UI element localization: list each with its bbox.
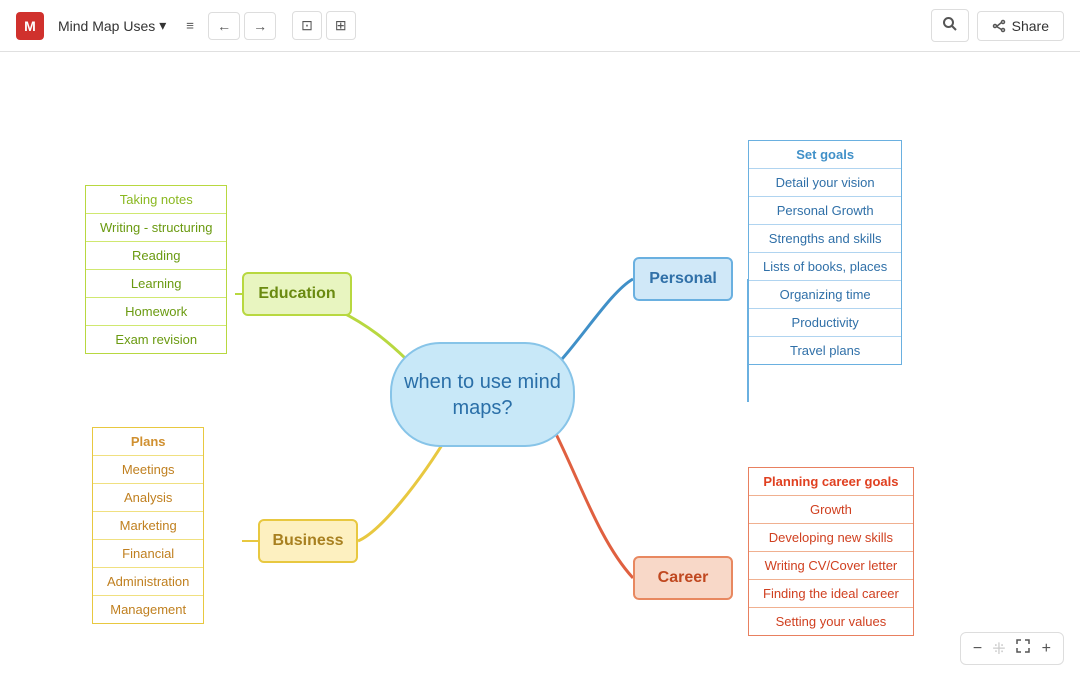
list-item[interactable]: Detail your vision [749, 169, 901, 197]
list-item[interactable]: Taking notes [86, 186, 226, 214]
list-item[interactable]: Plans [93, 428, 203, 456]
nav-buttons: ← → [208, 12, 276, 40]
list-item[interactable]: Administration [93, 568, 203, 596]
list-item[interactable]: Personal Growth [749, 197, 901, 225]
list-item[interactable]: Marketing [93, 512, 203, 540]
share-label: Share [1012, 18, 1049, 34]
list-item[interactable]: Writing CV/Cover letter [749, 552, 913, 580]
list-item[interactable]: Management [93, 596, 203, 623]
frame-button[interactable]: ⊡ [292, 11, 322, 40]
list-item[interactable]: Financial [93, 540, 203, 568]
list-item[interactable]: Set goals [749, 141, 901, 169]
layout-button[interactable]: ⊞ [326, 11, 356, 40]
list-item[interactable]: Travel plans [749, 337, 901, 364]
header-left: M Mind Map Uses ▾ ≡ ← → ⊡ ⊞ [16, 11, 356, 40]
list-item[interactable]: Lists of books, places [749, 253, 901, 281]
business-node[interactable]: Business [258, 519, 358, 563]
business-leaves: Plans Meetings Analysis Marketing Financ… [92, 427, 204, 624]
list-item[interactable]: Finding the ideal career [749, 580, 913, 608]
list-item[interactable]: Reading [86, 242, 226, 270]
career-leaves: Planning career goals Growth Developing … [748, 467, 914, 636]
doc-title: Mind Map Uses [58, 18, 155, 34]
app-logo: M [16, 12, 44, 40]
list-item[interactable]: Meetings [93, 456, 203, 484]
list-item[interactable]: Strengths and skills [749, 225, 901, 253]
personal-leaves: Set goals Detail your vision Personal Gr… [748, 140, 902, 365]
mind-map-canvas: when to use mind maps? Education Persona… [0, 52, 1080, 681]
list-item[interactable]: Productivity [749, 309, 901, 337]
career-node[interactable]: Career [633, 556, 733, 600]
list-item[interactable]: Setting your values [749, 608, 913, 635]
list-item[interactable]: Organizing time [749, 281, 901, 309]
header: M Mind Map Uses ▾ ≡ ← → ⊡ ⊞ Share [0, 0, 1080, 52]
list-item[interactable]: Exam revision [86, 326, 226, 353]
education-leaves: Taking notes Writing - structuring Readi… [85, 185, 227, 354]
list-item[interactable]: Growth [749, 496, 913, 524]
title-button[interactable]: Mind Map Uses ▾ [52, 13, 172, 38]
personal-node[interactable]: Personal [633, 257, 733, 301]
list-item[interactable]: Learning [86, 270, 226, 298]
view-buttons: ⊡ ⊞ [292, 11, 355, 40]
header-right: Share [931, 9, 1064, 42]
list-item[interactable]: Writing - structuring [86, 214, 226, 242]
list-item[interactable]: Analysis [93, 484, 203, 512]
education-node[interactable]: Education [242, 272, 352, 316]
central-node: when to use mind maps? [390, 342, 575, 447]
search-button[interactable] [931, 9, 969, 42]
menu-button[interactable]: ≡ [180, 14, 200, 37]
back-button[interactable]: ← [208, 12, 240, 40]
share-button[interactable]: Share [977, 11, 1064, 41]
forward-button[interactable]: → [244, 12, 276, 40]
list-item[interactable]: Planning career goals [749, 468, 913, 496]
list-item[interactable]: Homework [86, 298, 226, 326]
list-item[interactable]: Developing new skills [749, 524, 913, 552]
